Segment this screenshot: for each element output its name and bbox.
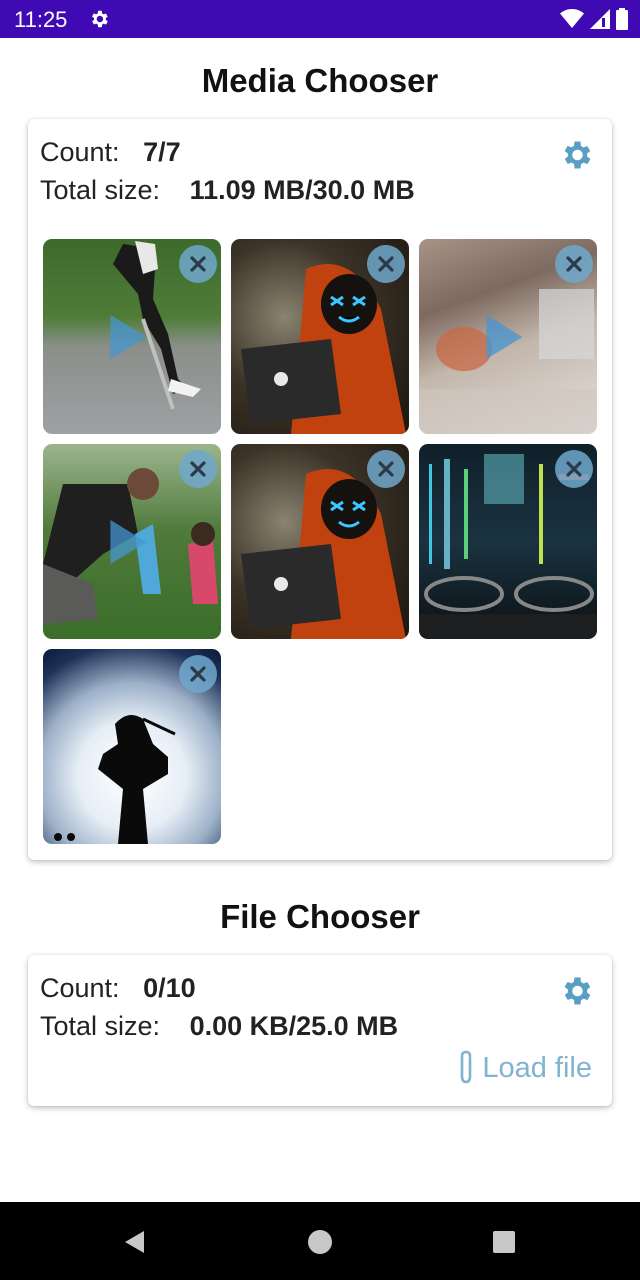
- signal-icon: [590, 9, 610, 29]
- close-icon: [190, 461, 206, 477]
- media-size-label: Total size:: [40, 175, 161, 205]
- media-chooser-card: Count: 7/7 Total size: 11.09 MB/30.0 MB: [28, 119, 612, 860]
- media-thumbnail[interactable]: [43, 239, 221, 434]
- close-icon: [566, 461, 582, 477]
- file-count-value: 0/10: [143, 973, 196, 1003]
- file-settings-gear-icon[interactable]: [558, 973, 594, 1009]
- file-count-row: Count: 0/10: [40, 973, 196, 1004]
- remove-media-button[interactable]: [179, 450, 217, 488]
- media-count-value: 7/7: [143, 137, 181, 167]
- file-chooser-title: File Chooser: [220, 898, 420, 935]
- media-thumbnail[interactable]: [231, 239, 409, 434]
- battery-icon: [616, 8, 628, 30]
- file-size-label: Total size:: [40, 1011, 161, 1041]
- media-thumbnail[interactable]: [43, 649, 221, 844]
- play-icon: [110, 519, 147, 564]
- media-settings-gear-icon[interactable]: [558, 137, 594, 173]
- media-count-label: Count:: [40, 137, 120, 167]
- remove-media-button[interactable]: [367, 245, 405, 283]
- close-icon: [378, 461, 394, 477]
- close-icon: [190, 256, 206, 272]
- remove-media-button[interactable]: [367, 450, 405, 488]
- load-file-label: Load file: [482, 1051, 592, 1084]
- play-icon: [110, 314, 147, 359]
- play-icon: [486, 314, 523, 359]
- media-thumbnail[interactable]: [43, 444, 221, 639]
- back-icon[interactable]: [122, 1229, 148, 1255]
- close-icon: [378, 256, 394, 272]
- load-file-button[interactable]: Load file: [456, 1050, 592, 1086]
- media-thumbnail[interactable]: [419, 239, 597, 434]
- media-thumbnail[interactable]: [419, 444, 597, 639]
- status-bar: 11:25: [0, 0, 640, 38]
- paperclip-icon: [461, 1050, 472, 1084]
- file-count-label: Count:: [40, 973, 120, 1003]
- recents-icon[interactable]: [492, 1230, 516, 1254]
- remove-media-button[interactable]: [555, 245, 593, 283]
- settings-icon: [92, 10, 108, 28]
- close-icon: [190, 666, 206, 682]
- wifi-icon: [560, 9, 584, 28]
- media-thumbnail[interactable]: [231, 444, 409, 639]
- media-count-row: Count: 7/7: [40, 137, 181, 168]
- home-icon[interactable]: [307, 1229, 333, 1255]
- status-time: 11:25: [14, 7, 68, 32]
- remove-media-button[interactable]: [179, 655, 217, 693]
- file-size-row: Total size: 0.00 KB/25.0 MB: [40, 1011, 398, 1042]
- remove-media-button[interactable]: [555, 450, 593, 488]
- file-size-value: 0.00 KB/25.0 MB: [189, 1011, 399, 1041]
- media-chooser-title: Media Chooser: [201, 62, 439, 99]
- navigation-bar: [0, 1202, 640, 1280]
- media-size-row: Total size: 11.09 MB/30.0 MB: [40, 175, 415, 206]
- close-icon: [566, 256, 582, 272]
- remove-media-button[interactable]: [179, 245, 217, 283]
- file-chooser-card: Count: 0/10 Total size: 0.00 KB/25.0 MB …: [28, 955, 612, 1106]
- media-size-value: 11.09 MB/30.0 MB: [189, 175, 415, 205]
